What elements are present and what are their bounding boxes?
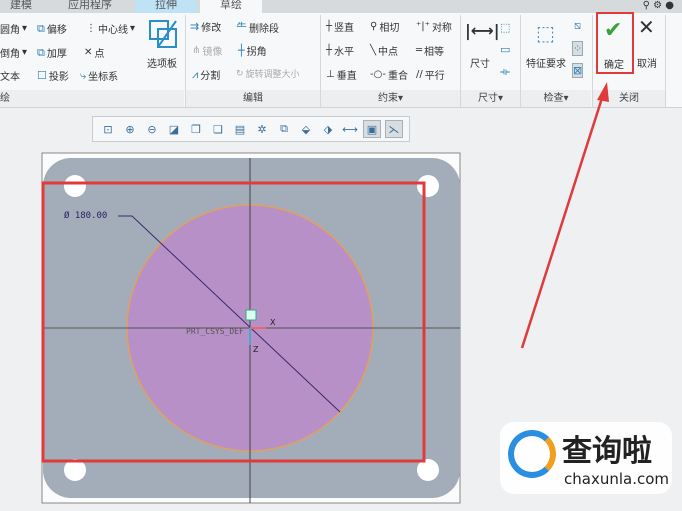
csys-icon (245, 309, 257, 321)
hole (417, 175, 439, 197)
x-axis-label: X (270, 318, 276, 327)
watermark: 查询啦 chaxunla.com (500, 422, 672, 494)
watermark-name: 查询啦 (562, 434, 652, 469)
diameter-dimension[interactable]: Ø 180.00 (64, 211, 107, 221)
watermark-logo-icon (508, 430, 556, 478)
arrowhead (597, 82, 609, 102)
pointer-arrow (520, 94, 605, 349)
hole (64, 175, 86, 197)
z-axis-label: Z (253, 345, 259, 354)
csys-label: PRT_CSYS_DEF (186, 327, 244, 336)
watermark-url: chaxunla.com (564, 470, 669, 488)
